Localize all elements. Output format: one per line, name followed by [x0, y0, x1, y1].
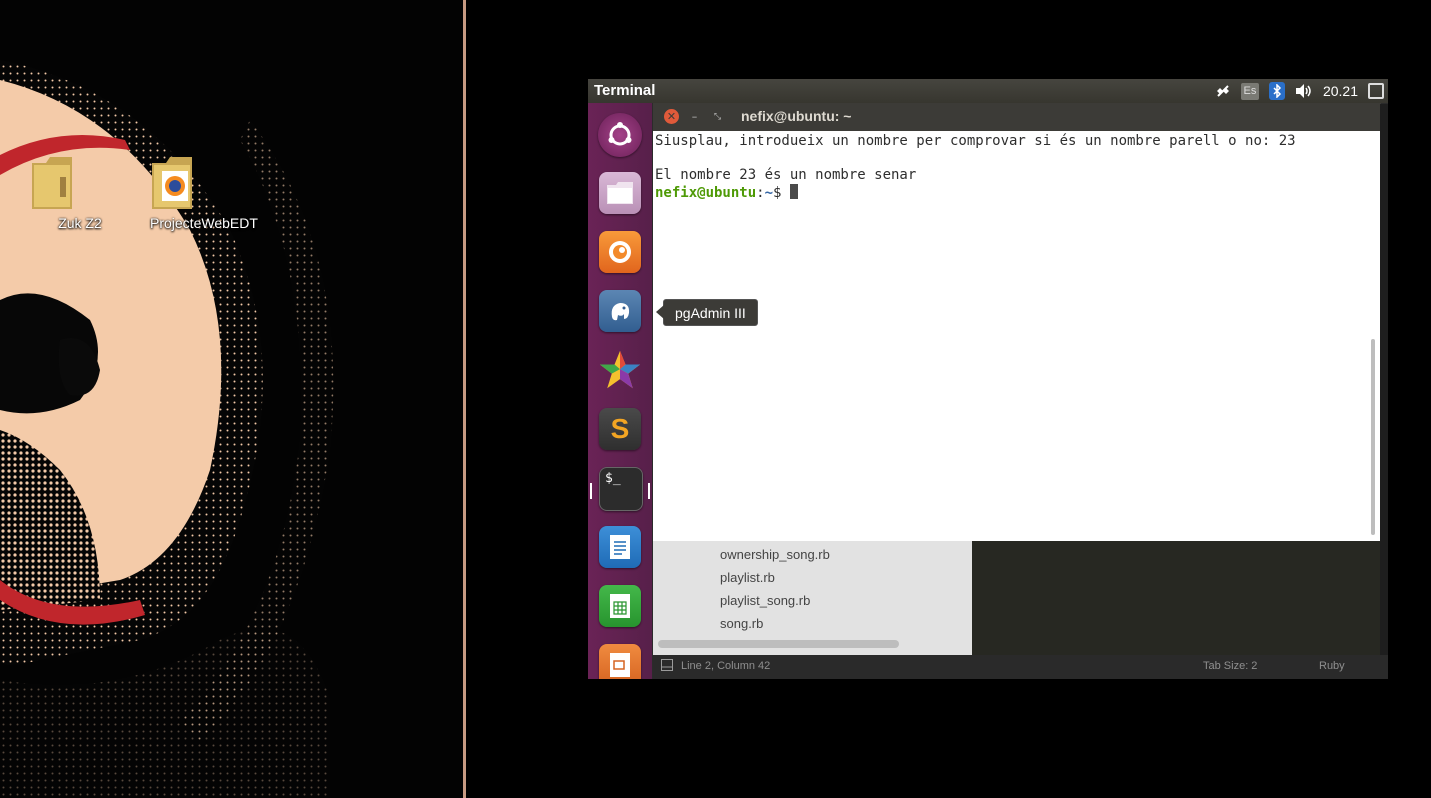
- sidebar-horizontal-scrollbar[interactable]: [658, 640, 899, 648]
- terminal-prompt: nefix@ubuntu:~$: [655, 184, 1367, 202]
- launcher-item-dash[interactable]: [598, 113, 642, 157]
- terminal-title: nefix@ubuntu: ~: [741, 108, 852, 124]
- launcher: S $_: [588, 103, 652, 679]
- sublime-icon: S: [610, 413, 630, 444]
- launcher-item-starred[interactable]: [599, 349, 641, 391]
- statusbar-cursor-position: Line 2, Column 42: [681, 660, 771, 672]
- desktop-icon-zuk-z2[interactable]: Zuk Z2: [30, 155, 130, 231]
- folder-icon: [32, 155, 102, 211]
- system-tray: Es 20.21: [1215, 79, 1388, 103]
- launcher-running-indicator: [590, 483, 592, 499]
- keyboard-layout-indicator[interactable]: Es: [1240, 82, 1259, 100]
- launcher-item-terminal[interactable]: $_: [599, 467, 643, 511]
- top-panel: Terminal Es 20.21: [588, 79, 1388, 103]
- launcher-tooltip: pgAdmin III: [656, 299, 758, 326]
- maximize-button[interactable]: ⤡: [710, 109, 725, 124]
- editor-pane[interactable]: [972, 541, 1380, 655]
- editor-sidebar: ownership_song.rb playlist.rb playlist_s…: [653, 541, 972, 655]
- prompt-separator: :: [756, 185, 765, 201]
- statusbar-tab-size[interactable]: Tab Size: 2: [1203, 660, 1257, 672]
- active-app-title: Terminal: [594, 82, 656, 99]
- launcher-item-files[interactable]: [599, 172, 641, 214]
- document-icon: [610, 535, 630, 559]
- launcher-item-sublime[interactable]: S: [599, 408, 641, 450]
- desktop-icon-label: ProjecteWebEDT: [150, 215, 258, 231]
- launcher-focus-indicator: [648, 483, 650, 499]
- skull-wallpaper-art: [0, 0, 463, 798]
- elephant-icon: [611, 303, 630, 321]
- prompt-symbol: $: [773, 185, 790, 201]
- editor-vertical-scrollbar[interactable]: [1380, 104, 1388, 655]
- launcher-item-pgadmin[interactable]: [599, 290, 641, 332]
- terminal-cursor: [789, 184, 798, 199]
- sidebar-file-item[interactable]: playlist.rb: [720, 570, 775, 585]
- sidebar-file-item[interactable]: song.rb: [720, 616, 763, 631]
- terminal-titlebar[interactable]: ✕ – ⤡ nefix@ubuntu: ~: [653, 103, 1381, 131]
- ubuntu-screen: Terminal Es 20.21 S $_ ✕ – ⤡ nefix@ubunt…: [588, 79, 1388, 679]
- sidebar-file-item[interactable]: playlist_song.rb: [720, 593, 810, 608]
- desktop-icon-label: Zuk Z2: [58, 215, 102, 231]
- network-icon[interactable]: [1215, 83, 1231, 99]
- prompt-user: nefix@ubuntu: [655, 185, 757, 201]
- minimize-button[interactable]: –: [687, 109, 702, 124]
- bluetooth-icon[interactable]: [1268, 82, 1285, 100]
- launcher-item-firefox[interactable]: [599, 231, 641, 273]
- launcher-item-writer[interactable]: [599, 526, 641, 568]
- terminal-line: Siusplau, introdueix un nombre per compr…: [655, 133, 1296, 149]
- terminal-output[interactable]: Siusplau, introdueix un nombre per compr…: [655, 133, 1367, 539]
- ubuntu-logo-icon: [608, 122, 632, 146]
- terminal-window[interactable]: ✕ – ⤡ nefix@ubuntu: ~ Siusplau, introdue…: [653, 103, 1381, 542]
- firefox-icon: [609, 241, 631, 263]
- folder-icon: [607, 182, 633, 204]
- desktop-wallpaper: Zuk Z2 ProjecteWebEDT: [0, 0, 463, 798]
- firefox-folder-icon: [152, 155, 222, 211]
- editor-statusbar: Line 2, Column 42 Tab Size: 2 Ruby: [653, 655, 1388, 679]
- prompt-path: ~: [764, 185, 774, 201]
- terminal-scrollbar[interactable]: [1371, 339, 1375, 535]
- terminal-line: El nombre 23 és un nombre senar: [655, 167, 917, 183]
- statusbar-syntax[interactable]: Ruby: [1319, 660, 1345, 672]
- monitor-divider: [463, 0, 466, 798]
- star-icon: [599, 350, 641, 389]
- session-menu-icon[interactable]: [1368, 83, 1384, 99]
- terminal-icon: $_: [605, 471, 621, 486]
- clock[interactable]: 20.21: [1323, 83, 1358, 99]
- presentation-icon: [610, 653, 630, 677]
- launcher-item-impress[interactable]: [599, 644, 641, 679]
- sidebar-file-item[interactable]: ownership_song.rb: [720, 547, 830, 562]
- statusbar-panel-icon[interactable]: [661, 659, 673, 674]
- desktop-icon-projectewebedt[interactable]: ProjecteWebEDT: [150, 155, 258, 231]
- spreadsheet-icon: [610, 594, 630, 618]
- launcher-item-calc[interactable]: [599, 585, 641, 627]
- volume-icon[interactable]: [1295, 83, 1313, 99]
- close-button[interactable]: ✕: [664, 109, 679, 124]
